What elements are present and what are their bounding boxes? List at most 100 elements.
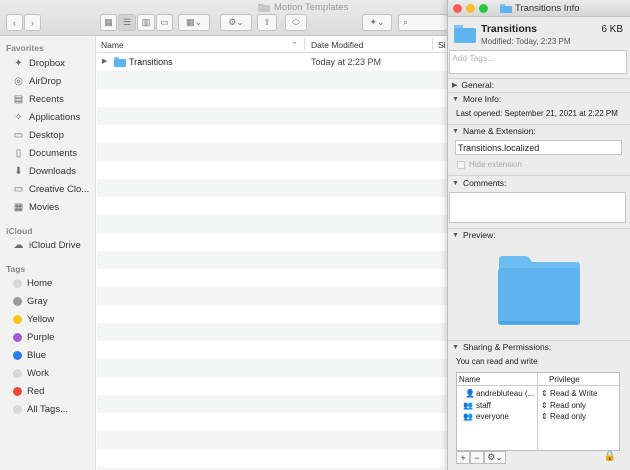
preview-section-header[interactable]: ▼ Preview: bbox=[452, 230, 496, 240]
sidebar-tag-home[interactable]: Home bbox=[13, 275, 52, 291]
group-button[interactable]: ▦⌄ bbox=[178, 14, 210, 31]
info-titlebar: Transitions Info bbox=[448, 0, 630, 17]
dropbox-icon: ✦⌄ bbox=[369, 17, 385, 27]
action-button[interactable]: ⚙⌄ bbox=[220, 14, 252, 31]
tag-dot-icon bbox=[13, 386, 22, 396]
disclosure-down-icon: ▼ bbox=[452, 95, 459, 103]
sidebar-tag-red[interactable]: Red bbox=[13, 383, 44, 399]
desktop-icon: ▭ bbox=[13, 129, 24, 141]
general-section-header[interactable]: ▶ General: bbox=[452, 80, 494, 90]
name-extension-field[interactable]: Transitions.localized bbox=[455, 140, 622, 155]
minus-icon: − bbox=[474, 452, 480, 463]
folder-icon bbox=[454, 25, 476, 43]
icon-view-button[interactable]: ▦ bbox=[100, 14, 117, 31]
name-extension-section-header[interactable]: ▼ Name & Extension: bbox=[452, 126, 536, 136]
hide-extension-checkbox[interactable]: Hide extension bbox=[457, 160, 522, 169]
list-view-button[interactable]: ☰ bbox=[118, 14, 136, 31]
info-item-name: Transitions bbox=[481, 23, 538, 35]
back-button[interactable]: ‹ bbox=[6, 14, 23, 31]
sidebar-tag-work[interactable]: Work bbox=[13, 365, 49, 381]
comments-section-header[interactable]: ▼ Comments: bbox=[452, 178, 506, 188]
plus-icon: + bbox=[460, 452, 466, 463]
sidebar-item-documents[interactable]: ▯ Documents bbox=[13, 145, 77, 161]
group-icon: 👥 bbox=[463, 401, 473, 410]
column-view-button[interactable]: ▥ bbox=[137, 14, 155, 31]
tags-field[interactable]: Add Tags... bbox=[449, 50, 627, 74]
minimize-icon[interactable] bbox=[466, 4, 475, 13]
columns-icon: ▥ bbox=[141, 17, 151, 27]
tag-dot-icon bbox=[13, 314, 22, 324]
tag-dot-icon bbox=[13, 404, 22, 414]
gear-icon: ⚙⌄ bbox=[487, 452, 503, 462]
tag-dot-icon bbox=[13, 332, 22, 342]
divider bbox=[448, 175, 630, 176]
group-grid-icon: ▦⌄ bbox=[185, 17, 203, 27]
permissions-table: Name Privilege 👤 andrebluteau (... ⇕ Rea… bbox=[456, 372, 620, 451]
table-row[interactable]: 👤 andrebluteau (... ⇕ Read & Write bbox=[457, 388, 621, 399]
sidebar-item-movies[interactable]: ▦ Movies bbox=[13, 199, 59, 215]
perm-header-name: Name bbox=[459, 375, 481, 384]
tags-button[interactable]: ⬭ bbox=[285, 14, 307, 31]
info-window: Transitions Info Transitions 6 KB Modifi… bbox=[447, 0, 630, 470]
stepper-icon: ⇕ bbox=[541, 412, 548, 421]
zoom-icon[interactable] bbox=[479, 4, 488, 13]
disclosure-down-icon: ▼ bbox=[452, 343, 459, 351]
gallery-view-button[interactable]: ▭ bbox=[156, 14, 173, 31]
divider bbox=[448, 124, 630, 125]
share-icon: ⇪ bbox=[263, 17, 271, 27]
list-icon: ☰ bbox=[122, 17, 132, 27]
forward-button[interactable]: › bbox=[24, 14, 41, 31]
permissions-action-button[interactable]: ⚙⌄ bbox=[484, 451, 506, 464]
add-button[interactable]: + bbox=[456, 451, 470, 464]
tags-placeholder: Add Tags... bbox=[452, 53, 495, 63]
remove-button[interactable]: − bbox=[470, 451, 484, 464]
sidebar-item-desktop[interactable]: ▭ Desktop bbox=[13, 127, 64, 143]
gallery-icon: ▭ bbox=[160, 17, 169, 27]
sidebar-item-dropbox[interactable]: ✦ Dropbox bbox=[13, 55, 65, 71]
file-name: Transitions bbox=[129, 57, 173, 67]
column-header-size[interactable]: Si bbox=[438, 40, 446, 50]
downloads-icon: ⬇ bbox=[14, 165, 23, 177]
info-window-title: Transitions Info bbox=[515, 3, 580, 14]
divider bbox=[448, 228, 630, 229]
column-header-name[interactable]: Name bbox=[101, 40, 124, 50]
lock-icon[interactable]: 🔒 bbox=[604, 451, 616, 462]
disclosure-triangle-icon[interactable]: ▶ bbox=[102, 57, 107, 65]
sidebar-item-creative-cloud[interactable]: ▭ Creative Clo... bbox=[13, 181, 89, 197]
table-row[interactable]: 👥 everyone ⇕ Read only bbox=[457, 411, 621, 422]
sidebar-item-recents[interactable]: ▤ Recents bbox=[13, 91, 64, 107]
table-row[interactable]: ▶ Transitions Today at 2:23 PM bbox=[97, 53, 457, 71]
share-button[interactable]: ⇪ bbox=[257, 14, 277, 31]
more-info-section-header[interactable]: ▼ More Info: bbox=[452, 94, 501, 104]
sidebar-item-icloud-drive[interactable]: ☁ iCloud Drive bbox=[13, 237, 81, 253]
gear-icon: ⚙⌄ bbox=[228, 17, 244, 27]
user-icon: 👤 bbox=[465, 389, 475, 398]
sidebar: Favorites ✦ Dropbox ◎ AirDrop ▤ Recents ✧ Ap… bbox=[0, 36, 96, 470]
sidebar-tag-blue[interactable]: Blue bbox=[13, 347, 46, 363]
sidebar-item-downloads[interactable]: ⬇ Downloads bbox=[13, 163, 76, 179]
disclosure-right-icon: ▶ bbox=[452, 82, 458, 89]
sidebar-tag-purple[interactable]: Purple bbox=[13, 329, 54, 345]
comments-field[interactable] bbox=[449, 192, 626, 223]
sidebar-tag-gray[interactable]: Gray bbox=[13, 293, 48, 309]
sidebar-all-tags[interactable]: All Tags... bbox=[13, 401, 68, 417]
disclosure-down-icon: ▼ bbox=[452, 127, 459, 135]
divider bbox=[448, 78, 630, 79]
sidebar-item-airdrop[interactable]: ◎ AirDrop bbox=[13, 73, 61, 89]
dropbox-icon: ✦ bbox=[14, 57, 23, 69]
column-header-date-modified[interactable]: Date Modified bbox=[311, 40, 363, 50]
close-icon[interactable] bbox=[453, 4, 462, 13]
sidebar-tag-yellow[interactable]: Yellow bbox=[13, 311, 54, 327]
folder-icon: ▭ bbox=[13, 183, 24, 195]
sidebar-icloud-header: iCloud bbox=[6, 226, 33, 236]
last-opened: Last opened: September 21, 2021 at 2:22 … bbox=[456, 109, 618, 118]
sidebar-item-applications[interactable]: ✧ Applications bbox=[13, 109, 80, 125]
table-row[interactable]: 👥 staff ⇕ Read only bbox=[457, 400, 621, 411]
search-field[interactable]: ⌕ bbox=[398, 14, 448, 31]
folder-icon bbox=[258, 4, 270, 12]
folder-icon bbox=[114, 57, 126, 67]
column-divider bbox=[432, 38, 433, 50]
sort-chevron-icon: ⌃ bbox=[291, 40, 299, 50]
sharing-section-header[interactable]: ▼ Sharing & Permissions: bbox=[452, 342, 551, 352]
dropbox-button[interactable]: ✦⌄ bbox=[362, 14, 392, 31]
